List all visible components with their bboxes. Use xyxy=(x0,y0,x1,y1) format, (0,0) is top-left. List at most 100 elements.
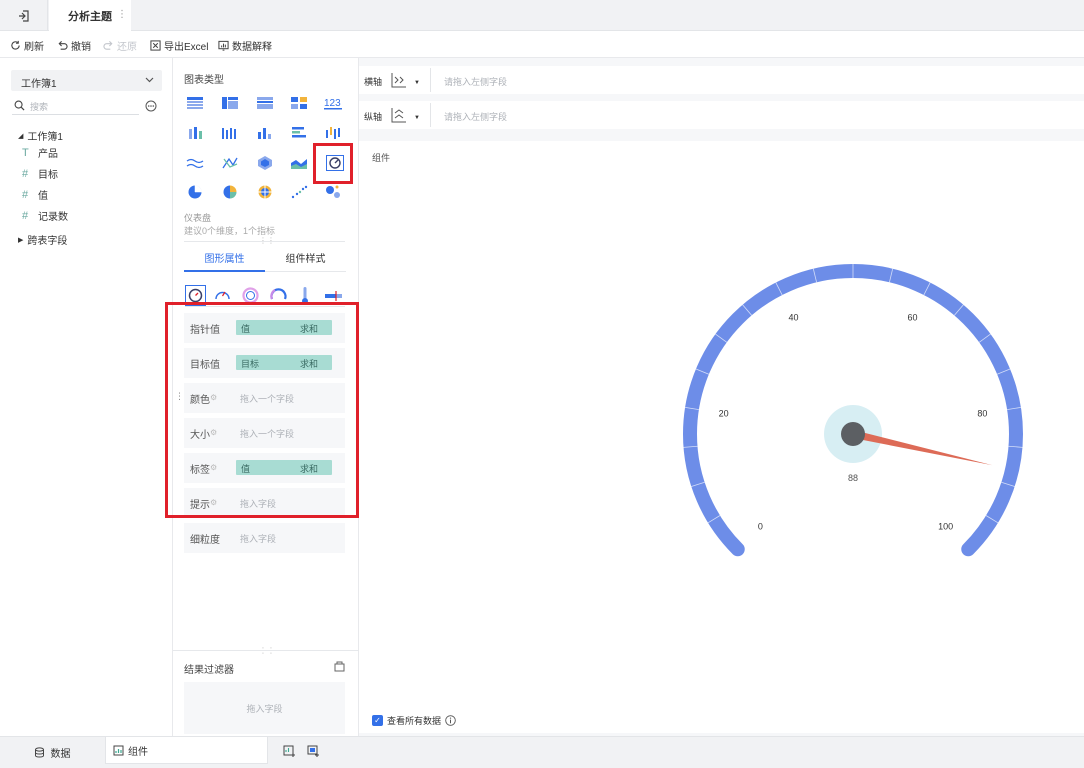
gauge-hub xyxy=(841,422,865,446)
x-axis-icon[interactable] xyxy=(391,72,407,88)
divider xyxy=(430,103,431,127)
y-axis-shelf[interactable]: 纵轴 ▼ 请拖入左侧字段 xyxy=(359,101,1084,129)
scatter-chart-icon[interactable] xyxy=(290,184,308,200)
y-axis-icon[interactable] xyxy=(391,107,407,123)
result-filter-dropzone[interactable]: 拖入字段 xyxy=(184,682,345,734)
divider xyxy=(184,241,345,242)
tab-label: 图形属性 xyxy=(204,253,245,265)
exit-icon xyxy=(18,9,29,22)
divider xyxy=(430,68,431,92)
field-label: 值 xyxy=(38,191,48,202)
workbook-select-value: 工作簿1 xyxy=(21,79,57,90)
excel-icon xyxy=(150,40,161,51)
bubble-chart-icon[interactable] xyxy=(324,184,342,200)
radar-chart-icon[interactable] xyxy=(256,155,274,171)
gauge-tick-label: 100 xyxy=(938,522,953,532)
refresh-label: 刷新 xyxy=(24,42,44,53)
redo-label: 还原 xyxy=(117,42,137,53)
info-icon[interactable] xyxy=(445,715,456,726)
kpi-card-icon[interactable] xyxy=(290,95,308,111)
gauge-value-label: 88 xyxy=(848,473,858,483)
tree-root-workbook[interactable]: ◢ 工作簿1 xyxy=(18,128,63,143)
gauge-tick-label: 40 xyxy=(789,312,799,322)
data-explain-button[interactable]: 数据解释 xyxy=(218,38,272,53)
view-all-data[interactable]: ✓ 查看所有数据 xyxy=(372,714,456,727)
field-item[interactable]: T 产品 xyxy=(22,145,58,161)
number-field-icon: # xyxy=(22,167,29,180)
data-explain-icon xyxy=(218,40,229,51)
tab-component[interactable]: 组件 xyxy=(105,737,268,764)
filter-placeholder: 拖入字段 xyxy=(246,703,283,714)
exit-button[interactable] xyxy=(0,0,48,31)
tree-root-label: 工作簿1 xyxy=(27,132,63,143)
redo-icon xyxy=(103,40,113,50)
top-bar: 分析主题 ⋮ xyxy=(0,0,1084,32)
export-excel-label: 导出Excel xyxy=(164,42,209,53)
bar-chart-icon[interactable] xyxy=(290,125,308,141)
donut-pie-icon[interactable] xyxy=(221,184,239,200)
properties-highlight xyxy=(165,302,359,518)
x-axis-shelf[interactable]: 横轴 ▼ 请拖入左侧字段 xyxy=(359,66,1084,94)
checkbox-checked-icon[interactable]: ✓ xyxy=(372,715,383,726)
granularity-row[interactable]: 细粒度 拖入字段 xyxy=(184,523,345,553)
stacked-column-icon[interactable] xyxy=(186,125,204,141)
pie-chart-icon[interactable] xyxy=(186,184,204,200)
row-placeholder: 拖入字段 xyxy=(240,533,277,544)
canvas-area: 横轴 ▼ 请拖入左侧字段 纵轴 ▼ 请拖入左侧字段 组件 0 20 40 60 80 10… xyxy=(359,58,1084,736)
radar-line-icon[interactable] xyxy=(221,155,239,171)
data-explain-label: 数据解释 xyxy=(232,42,272,53)
x-axis-label: 横轴 xyxy=(364,77,383,87)
component-icon xyxy=(113,745,124,755)
add-component-icon[interactable] xyxy=(283,745,296,758)
grouped-column-icon[interactable] xyxy=(221,125,239,141)
divider xyxy=(173,650,359,651)
bottom-tab-bar: 数据 组件 xyxy=(0,736,1084,768)
svg-text:123: 123 xyxy=(324,98,341,109)
column-chart-icon[interactable] xyxy=(256,125,274,141)
gauge-tick-label: 0 xyxy=(758,522,763,532)
undo-button[interactable]: 撤销 xyxy=(57,38,91,53)
sunburst-chart-icon[interactable] xyxy=(256,184,274,200)
number-field-icon: # xyxy=(22,209,29,222)
add-dashboard-icon[interactable] xyxy=(307,745,320,758)
cross-table-label: 跨表字段 xyxy=(27,236,68,247)
field-item[interactable]: # 记录数 xyxy=(22,208,68,224)
row-label: 细粒度 xyxy=(190,534,220,546)
search-input[interactable]: 搜索 xyxy=(12,97,139,115)
gauge-chart[interactable]: 0 20 40 60 80 100 88 xyxy=(659,241,1059,611)
tab-component-style[interactable]: 组件样式 xyxy=(265,244,346,272)
number-chart-icon[interactable]: 123 xyxy=(324,95,342,111)
text-field-icon: T xyxy=(22,146,29,159)
refresh-button[interactable]: 刷新 xyxy=(10,38,44,53)
workbook-select[interactable]: 工作簿1 xyxy=(11,70,162,91)
redo-button[interactable]: 还原 xyxy=(103,38,137,53)
detail-table-icon[interactable] xyxy=(256,95,274,111)
caret-down-icon: ▼ xyxy=(414,115,420,121)
more-options-icon[interactable] xyxy=(145,100,157,112)
more-icon[interactable]: ⋮ xyxy=(117,9,127,20)
table-chart-icon[interactable] xyxy=(186,95,204,111)
area-chart-icon[interactable] xyxy=(290,155,308,171)
caret-down-icon: ◢ xyxy=(18,132,24,140)
database-icon xyxy=(34,747,44,758)
export-excel-button[interactable]: 导出Excel xyxy=(150,38,208,53)
chart-type-title: 图表类型 xyxy=(184,75,224,86)
cross-table-icon[interactable] xyxy=(221,95,239,111)
number-field-icon: # xyxy=(22,188,29,201)
line-chart-icon[interactable] xyxy=(186,155,204,171)
undo-icon xyxy=(58,40,68,50)
y-axis-placeholder: 请拖入左侧字段 xyxy=(444,112,508,122)
cross-table-fields[interactable]: ▶ 跨表字段 xyxy=(18,232,67,247)
undo-label: 撤销 xyxy=(71,42,91,53)
range-column-icon[interactable] xyxy=(324,125,342,141)
gauge-highlight xyxy=(313,143,353,184)
filter-settings-icon[interactable] xyxy=(334,661,345,672)
tab-label: 组件样式 xyxy=(285,254,326,265)
gauge-tick-label: 20 xyxy=(719,409,729,419)
tab-data[interactable]: 数据 xyxy=(0,737,104,768)
field-item[interactable]: # 目标 xyxy=(22,166,58,182)
x-axis-placeholder: 请拖入左侧字段 xyxy=(444,77,508,87)
tab-graphic-properties[interactable]: 图形属性 xyxy=(184,244,265,272)
tab-component-label: 组件 xyxy=(128,746,148,758)
field-item[interactable]: # 值 xyxy=(22,187,48,203)
